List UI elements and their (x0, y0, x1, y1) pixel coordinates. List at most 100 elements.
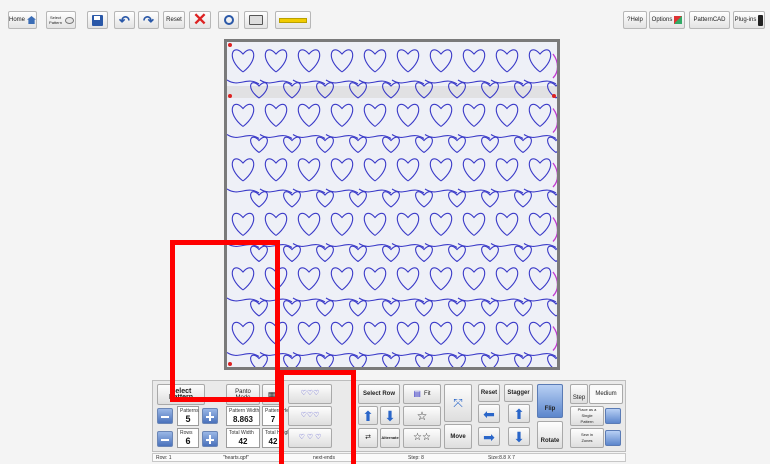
stagger-button[interactable]: Stagger (504, 384, 533, 402)
expand-button[interactable]: ⤧ (444, 384, 472, 422)
reset-button[interactable]: Reset (163, 11, 185, 29)
alternate-button[interactable]: Alternate (380, 428, 400, 448)
reset-layout-button[interactable]: Reset (478, 384, 500, 402)
move-label: Move (450, 433, 466, 440)
heart-motif (457, 212, 491, 248)
heart-motif (283, 300, 301, 317)
heart-motif (448, 82, 466, 99)
patterncad-button[interactable]: PatternCAD (689, 11, 730, 29)
select-pattern-label: Select Pattern (49, 15, 62, 25)
flip-label: Flip (544, 406, 556, 412)
total-width-caption: Total Width (229, 430, 254, 436)
rotate-button[interactable]: Rotate (537, 421, 563, 449)
heart-motif (523, 321, 557, 357)
delete-button[interactable]: ✕ (189, 11, 211, 29)
heart-motif (358, 267, 392, 303)
heart-motif (457, 321, 491, 357)
heart-motif (382, 245, 400, 262)
select-row-button[interactable]: Select Row (358, 384, 400, 404)
highlight-box-bottom (279, 370, 356, 464)
alternate-label: Alternate (381, 435, 399, 440)
flip-button[interactable]: Flip (537, 384, 563, 418)
arrow-down-icon: ⬇ (513, 428, 525, 445)
heart-motif (316, 191, 334, 208)
heart-motif (415, 191, 433, 208)
zoom-button[interactable] (218, 11, 239, 29)
star-icon: ☆ (416, 409, 428, 423)
row-action-button[interactable]: ⇄ (358, 428, 378, 448)
status-bar: Row: 1 "hearts.qpf" next-ends Step: 8 Si… (152, 453, 626, 462)
select-pattern-button[interactable]: Select Pattern (46, 11, 76, 29)
heart-motif (448, 300, 466, 317)
undo-button[interactable]: ↶ (114, 11, 135, 29)
rotate-label: Rotate (540, 438, 560, 444)
heart-motif (382, 136, 400, 153)
fit-button[interactable]: ▤ Fit (403, 384, 441, 404)
heart-motif (250, 82, 268, 99)
nudge-right-button[interactable]: ➡ (478, 427, 500, 446)
nudge-up-button[interactable]: ⬆ (508, 404, 530, 423)
place-single-pattern-button[interactable]: Place as a Single Pattern (570, 406, 604, 426)
rows-increment-button[interactable] (202, 431, 218, 447)
rows-field[interactable]: Rows 6 (177, 428, 199, 448)
heart-motif (415, 354, 433, 367)
star-pair-icon: ☆☆ (413, 432, 431, 443)
heart-motif (547, 191, 557, 208)
heart-motif (481, 300, 499, 317)
options-button[interactable]: Options (649, 11, 685, 29)
plugins-button[interactable]: Plug-ins (733, 11, 765, 29)
heart-motif (325, 49, 359, 85)
home-button[interactable]: Home (8, 11, 37, 29)
print-button[interactable] (244, 11, 268, 29)
heart-motif (481, 82, 499, 99)
heart-motif (547, 245, 557, 262)
home-label: Home (9, 17, 26, 23)
pattern-width-field[interactable]: Pattern Width 8.863 (226, 406, 260, 426)
total-width-field[interactable]: Total Width 42 (226, 428, 260, 448)
help-button[interactable]: ?Help (623, 11, 647, 29)
redo-button[interactable]: ↷ (138, 11, 159, 29)
heart-motif (415, 300, 433, 317)
heart-motif (259, 103, 293, 139)
row-down-button[interactable]: ⬇ (380, 406, 400, 425)
nudge-left-button[interactable]: ⬅ (478, 404, 500, 423)
arrow-up-icon: ⬆ (362, 407, 374, 424)
reset-label: Reset (166, 17, 182, 23)
rows-value: 6 (185, 436, 191, 446)
patterns-decrement-button[interactable] (157, 408, 173, 424)
heart-motif (523, 212, 557, 248)
patterns-field[interactable]: Patterns 5 (177, 406, 199, 426)
heart-motif (514, 136, 532, 153)
step-size-select[interactable]: Medium (589, 384, 623, 404)
heart-motif (547, 300, 557, 317)
thread-color-button[interactable] (275, 11, 311, 29)
step-button[interactable]: Step (570, 384, 588, 404)
rows-decrement-button[interactable] (157, 431, 173, 447)
minus-icon (161, 416, 169, 418)
options-icon (674, 16, 683, 24)
heart-motif (358, 49, 392, 85)
status-size: Size:8.8 X 7 (488, 455, 515, 461)
heart-motif (358, 212, 392, 248)
patterns-increment-button[interactable] (202, 408, 218, 424)
heart-motif (514, 245, 532, 262)
heart-motif (283, 245, 301, 262)
redo-icon: ↷ (143, 12, 154, 28)
arrow-down-icon: ⬇ (384, 407, 396, 424)
save-button[interactable] (87, 11, 108, 29)
heart-motif (514, 82, 532, 99)
nudge-down-button[interactable]: ⬇ (508, 427, 530, 446)
star-shape-button[interactable]: ☆ (403, 406, 441, 426)
heart-motif (490, 158, 524, 194)
heart-motif (325, 158, 359, 194)
thread-color-icon (279, 17, 307, 23)
sew-in-zones-button[interactable]: Sew in Zones (570, 428, 604, 448)
heart-motif (358, 321, 392, 357)
row-up-button[interactable]: ⬆ (358, 406, 378, 425)
single-grid-icon (605, 408, 621, 424)
move-button[interactable]: Move (444, 424, 472, 449)
heart-motif (391, 103, 425, 139)
star-mirror-button[interactable]: ☆☆ (403, 428, 441, 448)
heart-motif (316, 300, 334, 317)
application-window: Home Select Pattern ↶ ↷ Reset ✕ ?Help Op… (0, 0, 770, 464)
